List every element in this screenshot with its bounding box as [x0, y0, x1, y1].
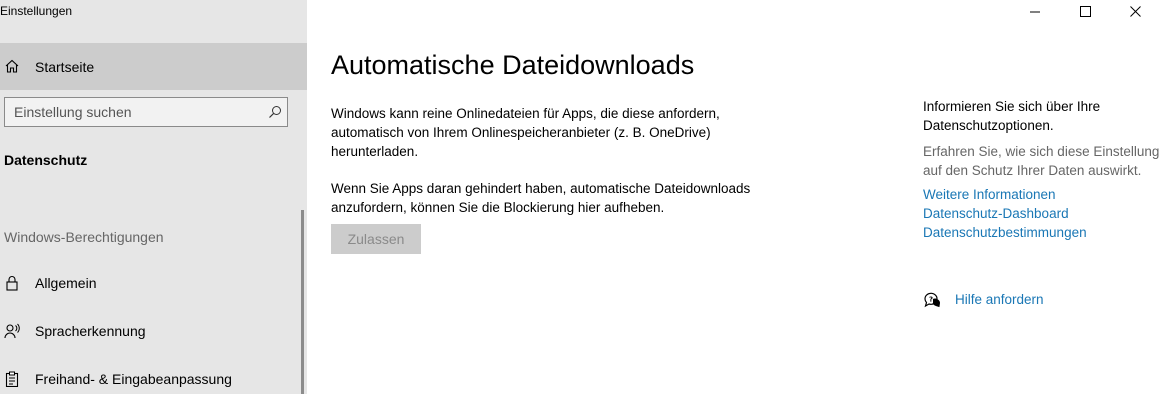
privacy-statement-link[interactable]: Datenschutzbestimmungen: [923, 223, 1166, 242]
description-paragraph: Windows kann reine Onlinedateien für App…: [331, 106, 720, 159]
privacy-info-heading: Informieren Sie sich über Ihre Datenschu…: [923, 99, 1101, 133]
maximize-icon[interactable]: [1076, 2, 1096, 20]
more-info-link[interactable]: Weitere Informationen: [923, 185, 1166, 204]
sidebar-scrollbar[interactable]: [301, 210, 304, 394]
privacy-dashboard-link[interactable]: Datenschutz-Dashboard: [923, 204, 1166, 223]
sidebar-item-freihand[interactable]: Freihand- & Eingabeanpassung: [0, 359, 300, 394]
close-icon[interactable]: [1126, 2, 1146, 20]
blocking-paragraph: Wenn Sie Apps daran gehindert haben, aut…: [331, 181, 751, 215]
app-title: Einstellungen: [0, 4, 73, 18]
sidebar-item-label: Freihand- & Eingabeanpassung: [35, 371, 232, 387]
lock-icon: [4, 275, 20, 291]
window-controls: [1026, 0, 1166, 22]
sidebar-item-allgemein[interactable]: Allgemein: [0, 263, 300, 303]
sidebar-item-label: Startseite: [35, 59, 95, 75]
search-input[interactable]: [14, 103, 254, 121]
privacy-info-panel: Informieren Sie sich über Ihre Datenschu…: [923, 97, 1166, 242]
svg-text:?: ?: [929, 296, 933, 304]
minimize-icon[interactable]: [1026, 2, 1046, 20]
search-icon[interactable]: [268, 105, 282, 119]
privacy-links: Weitere Informationen Datenschutz-Dashbo…: [923, 185, 1166, 242]
home-icon: [4, 58, 20, 74]
sidebar-item-label: Spracherkennung: [35, 323, 146, 339]
page-title: Automatische Dateidownloads: [331, 50, 695, 80]
clipboard-icon: [4, 371, 20, 388]
search-box[interactable]: [4, 97, 288, 127]
group-header: Windows-Berechtigungen: [4, 229, 164, 245]
get-help-label: Hilfe anfordern: [955, 292, 1044, 307]
speech-icon: [4, 323, 20, 339]
sidebar-item-label: Allgemein: [35, 275, 97, 291]
allow-button[interactable]: Zulassen: [331, 224, 421, 254]
help-chat-icon: ?: [923, 291, 941, 309]
sidebar-item-home[interactable]: Startseite: [0, 43, 307, 90]
section-title: Datenschutz: [4, 152, 88, 168]
sidebar-item-spracherkennung[interactable]: Spracherkennung: [0, 311, 300, 351]
privacy-info-description: Erfahren Sie, wie sich diese Einstellung…: [923, 144, 1160, 178]
sidebar: Einstellungen Startseite Datenschutz Win…: [0, 0, 307, 394]
